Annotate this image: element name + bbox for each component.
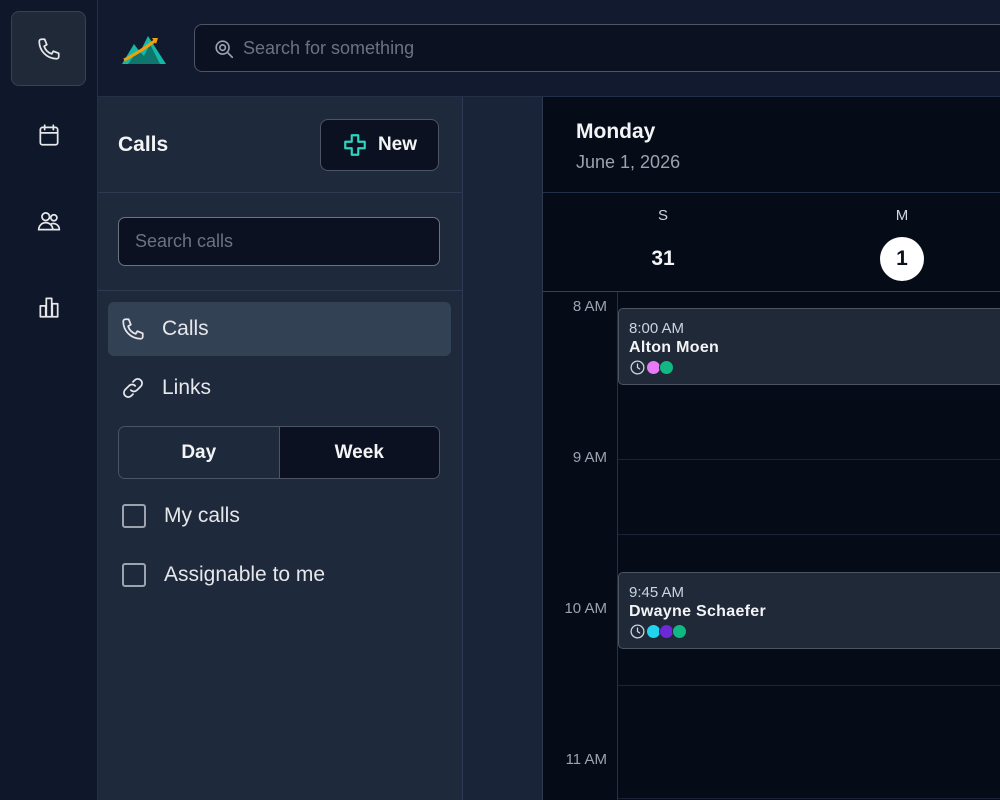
hour-label: 11 AM — [565, 751, 607, 768]
spacer-column — [463, 97, 543, 800]
nav-item-label: Links — [162, 376, 212, 399]
attendee-avatar — [672, 624, 687, 639]
event-meta — [629, 359, 1000, 376]
brand-logo — [122, 36, 166, 64]
time-gutter: 8 AM 9 AM 10 AM 11 AM — [543, 292, 618, 800]
analytics-icon — [38, 296, 59, 318]
grid-line — [618, 459, 1000, 460]
grid-line — [618, 798, 1000, 799]
divider — [98, 192, 462, 193]
rail-analytics-button[interactable] — [11, 269, 86, 344]
search-calls-input[interactable] — [119, 218, 439, 265]
phone-icon — [122, 318, 144, 340]
grid-line — [618, 685, 1000, 686]
clock-icon — [630, 624, 645, 639]
top-bar — [98, 0, 1000, 97]
rail-calendar-button[interactable] — [11, 97, 86, 172]
phone-icon — [37, 37, 60, 60]
users-icon — [37, 211, 60, 231]
my-calls-checkbox[interactable] — [122, 504, 146, 528]
filter-label: Assignable to me — [164, 563, 326, 586]
calls-panel: Calls New Calls Links Day Week My calls … — [98, 97, 463, 800]
event-time: 9:45 AM — [629, 584, 685, 601]
hour-label: 10 AM — [564, 600, 607, 617]
new-call-button[interactable]: New — [320, 119, 439, 171]
filter-assignable[interactable]: Assignable to me — [122, 563, 325, 587]
today-day-number[interactable]: 1 — [880, 237, 924, 281]
calendar-event[interactable]: 8:00 AM Alton Moen — [618, 308, 1000, 385]
divider — [98, 290, 462, 291]
global-search[interactable] — [194, 24, 1000, 72]
view-day-button[interactable]: Day — [119, 427, 280, 478]
event-name: Dwayne Schaefer — [629, 603, 767, 620]
plus-icon — [344, 134, 366, 156]
filter-my-calls[interactable]: My calls — [122, 504, 240, 528]
rail-calls-button[interactable] — [11, 11, 86, 86]
weekday-label: M — [895, 207, 909, 224]
nav-item-calls[interactable]: Calls — [108, 302, 451, 356]
panel-title: Calls — [118, 133, 169, 156]
grid-line — [618, 534, 1000, 535]
event-meta — [629, 623, 1000, 640]
view-toggle: Day Week — [118, 426, 440, 479]
weekday-label: S — [657, 207, 668, 224]
assignable-checkbox[interactable] — [122, 563, 146, 587]
event-time: 8:00 AM — [629, 320, 685, 337]
day-name: Monday — [576, 120, 656, 143]
calendar-view: Monday June 1, 2026 S 31 M 1 8 AM 9 AM 1… — [543, 97, 1000, 800]
hour-label: 9 AM — [572, 449, 607, 466]
week-strip: S 31 M 1 — [543, 193, 1000, 292]
nav-item-links[interactable]: Links — [108, 361, 451, 415]
attendee-avatar — [659, 360, 674, 375]
search-calls[interactable] — [118, 217, 440, 266]
link-icon — [123, 378, 143, 398]
week-day-number[interactable]: 31 — [641, 237, 685, 281]
calendar-icon — [38, 123, 59, 146]
new-button-label: New — [377, 134, 418, 155]
full-date: June 1, 2026 — [576, 152, 681, 172]
event-name: Alton Moen — [629, 339, 720, 356]
clock-icon — [630, 360, 645, 375]
search-icon — [215, 40, 234, 59]
filter-label: My calls — [164, 504, 240, 527]
global-search-input[interactable] — [243, 25, 943, 71]
rail-contacts-button[interactable] — [11, 183, 86, 258]
calendar-header: Monday June 1, 2026 — [543, 97, 1000, 193]
app-rail — [0, 0, 98, 800]
calendar-event[interactable]: 9:45 AM Dwayne Schaefer — [618, 572, 1000, 649]
hour-label: 8 AM — [572, 298, 607, 315]
nav-item-label: Calls — [162, 317, 209, 340]
view-week-button[interactable]: Week — [279, 427, 439, 478]
